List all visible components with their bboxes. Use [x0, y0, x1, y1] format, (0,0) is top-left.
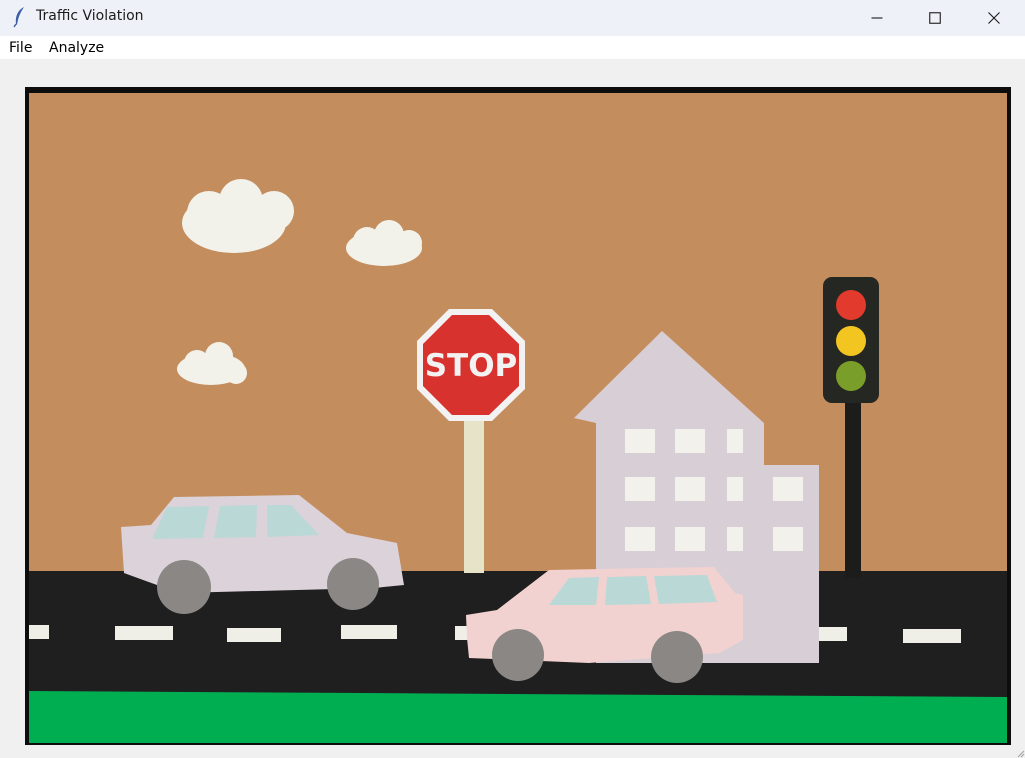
title-bar: Traffic Violation: [0, 0, 1025, 36]
window-title: Traffic Violation: [36, 8, 144, 24]
close-button[interactable]: [965, 0, 1023, 36]
minimize-button[interactable]: [848, 0, 906, 36]
maximize-icon: [929, 12, 941, 24]
close-icon: [988, 12, 1000, 24]
image-canvas[interactable]: STOP: [25, 87, 1011, 745]
traffic-scene-image: STOP: [29, 93, 1007, 743]
feather-icon: [13, 7, 24, 28]
menu-analyze[interactable]: Analyze: [49, 40, 104, 56]
menu-file[interactable]: File: [9, 40, 32, 56]
menu-bar: File Analyze: [0, 36, 1025, 59]
resize-grip-icon[interactable]: [1015, 748, 1025, 758]
maximize-button[interactable]: [906, 0, 964, 36]
minimize-icon: [871, 17, 883, 19]
stop-sign-text: STOP: [425, 348, 518, 384]
